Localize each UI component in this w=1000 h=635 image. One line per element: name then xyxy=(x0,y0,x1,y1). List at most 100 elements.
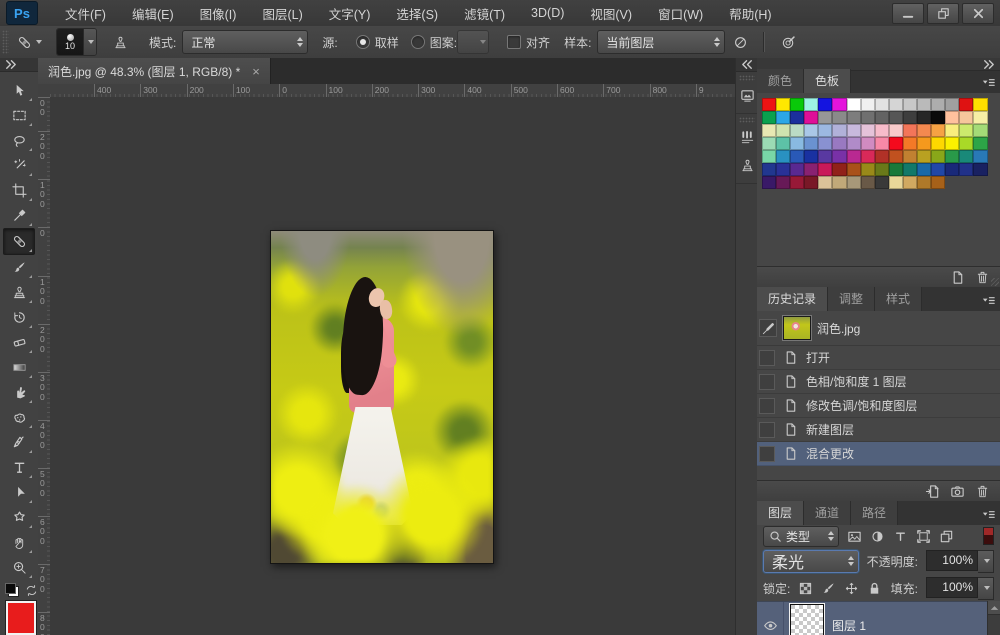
color-swatch[interactable] xyxy=(776,111,790,124)
resize-grip[interactable] xyxy=(991,278,999,286)
color-swatch[interactable] xyxy=(903,150,917,163)
filter-pixel-button[interactable] xyxy=(847,529,862,544)
color-swatch[interactable] xyxy=(818,98,832,111)
color-swatch[interactable] xyxy=(959,137,973,150)
filter-adjustment-button[interactable] xyxy=(870,529,885,544)
color-swatch[interactable] xyxy=(931,150,945,163)
history-brush-source[interactable] xyxy=(759,446,775,462)
tool-stamp[interactable] xyxy=(4,280,34,305)
color-swatch[interactable] xyxy=(776,137,790,150)
color-swatch[interactable] xyxy=(945,137,959,150)
clone-source-panel-button[interactable] xyxy=(736,151,758,179)
color-swatch[interactable] xyxy=(804,150,818,163)
menu-item-9[interactable]: 窗口(W) xyxy=(645,0,716,26)
history-brush-source[interactable] xyxy=(759,398,775,414)
default-colors-icon[interactable] xyxy=(5,583,19,597)
tool-zoom[interactable] xyxy=(4,555,34,580)
history-item-0[interactable]: 打开 xyxy=(757,346,1000,370)
fill-dropdown[interactable] xyxy=(978,577,994,600)
color-swatch[interactable] xyxy=(903,124,917,137)
color-swatch[interactable] xyxy=(861,163,875,176)
color-swatch[interactable] xyxy=(762,176,776,189)
color-swatch[interactable] xyxy=(959,124,973,137)
new-document-from-state-button[interactable] xyxy=(925,484,940,499)
filter-smart-button[interactable] xyxy=(939,529,954,544)
tab-swatches[interactable]: 色板 xyxy=(804,69,851,93)
tools-collapse-button[interactable] xyxy=(0,58,38,72)
color-swatch[interactable] xyxy=(861,98,875,111)
menu-item-4[interactable]: 文字(Y) xyxy=(316,0,384,26)
new-snapshot-button[interactable] xyxy=(950,484,965,499)
color-swatch[interactable] xyxy=(762,124,776,137)
layer-thumbnail[interactable] xyxy=(790,604,824,635)
layer-visibility-toggle[interactable] xyxy=(757,602,784,635)
lock-pixels-button[interactable] xyxy=(821,581,836,596)
color-swatch[interactable] xyxy=(875,124,889,137)
brush-panel-button[interactable] xyxy=(736,123,758,151)
fill-control[interactable]: 100% xyxy=(926,577,994,600)
aligned-checkbox[interactable]: 对齐 xyxy=(507,34,550,51)
panel-menu-icon[interactable] xyxy=(981,507,996,522)
color-swatch[interactable] xyxy=(776,163,790,176)
color-swatch[interactable] xyxy=(804,124,818,137)
color-swatch[interactable] xyxy=(790,137,804,150)
color-swatch[interactable] xyxy=(861,176,875,189)
color-swatch[interactable] xyxy=(790,98,804,111)
color-swatch[interactable] xyxy=(875,137,889,150)
tool-crop[interactable] xyxy=(4,178,34,203)
color-swatch[interactable] xyxy=(762,98,776,111)
brush-picker[interactable]: 10 xyxy=(56,28,97,56)
color-swatch[interactable] xyxy=(804,176,818,189)
color-swatch[interactable] xyxy=(762,137,776,150)
panel-menu-icon[interactable] xyxy=(981,75,996,90)
color-swatch[interactable] xyxy=(776,150,790,163)
color-swatch[interactable] xyxy=(931,176,945,189)
sample-select[interactable]: 当前图层 xyxy=(597,30,725,54)
color-swatch[interactable] xyxy=(818,176,832,189)
color-swatch[interactable] xyxy=(804,111,818,124)
history-brush-source[interactable] xyxy=(759,350,775,366)
canvas-area[interactable] xyxy=(50,97,735,635)
color-swatch[interactable] xyxy=(847,124,861,137)
color-swatch[interactable] xyxy=(776,176,790,189)
color-swatch[interactable] xyxy=(917,124,931,137)
color-swatch[interactable] xyxy=(861,150,875,163)
lock-all-button[interactable] xyxy=(867,581,882,596)
opacity-control[interactable]: 100% xyxy=(926,550,994,573)
color-swatch[interactable] xyxy=(861,124,875,137)
tool-pen[interactable] xyxy=(4,430,34,455)
tab-styles[interactable]: 样式 xyxy=(875,287,922,311)
tab-paths[interactable]: 路径 xyxy=(851,501,898,525)
color-swatch[interactable] xyxy=(762,150,776,163)
tab-adjustments[interactable]: 调整 xyxy=(828,287,875,311)
tool-move[interactable] xyxy=(4,78,34,103)
tool-history-brush[interactable] xyxy=(4,305,34,330)
color-swatch[interactable] xyxy=(917,163,931,176)
color-swatch[interactable] xyxy=(847,150,861,163)
color-swatch[interactable] xyxy=(832,163,846,176)
color-swatch[interactable] xyxy=(889,176,903,189)
color-swatch[interactable] xyxy=(903,137,917,150)
color-swatch[interactable] xyxy=(832,176,846,189)
color-swatch[interactable] xyxy=(847,98,861,111)
close-button[interactable] xyxy=(962,3,994,24)
color-swatch[interactable] xyxy=(917,150,931,163)
brush-picker-arrow[interactable] xyxy=(83,29,96,55)
restore-button[interactable] xyxy=(927,3,959,24)
document-image[interactable] xyxy=(270,230,494,564)
color-swatch[interactable] xyxy=(762,163,776,176)
menu-item-1[interactable]: 编辑(E) xyxy=(119,0,187,26)
color-swatch[interactable] xyxy=(776,98,790,111)
color-swatch[interactable] xyxy=(762,111,776,124)
filter-type-select[interactable]: 类型 xyxy=(763,526,839,547)
tool-gradient[interactable] xyxy=(4,355,34,380)
color-swatch[interactable] xyxy=(959,111,973,124)
color-swatch[interactable] xyxy=(973,163,987,176)
lock-transparency-button[interactable] xyxy=(798,581,813,596)
color-swatch[interactable] xyxy=(832,150,846,163)
pattern-radio[interactable]: 图案: xyxy=(411,34,457,51)
new-swatch-button[interactable] xyxy=(950,270,965,285)
menu-item-6[interactable]: 滤镜(T) xyxy=(451,0,518,26)
swap-colors-icon[interactable] xyxy=(24,583,39,598)
tab-layers[interactable]: 图层 xyxy=(757,501,804,525)
